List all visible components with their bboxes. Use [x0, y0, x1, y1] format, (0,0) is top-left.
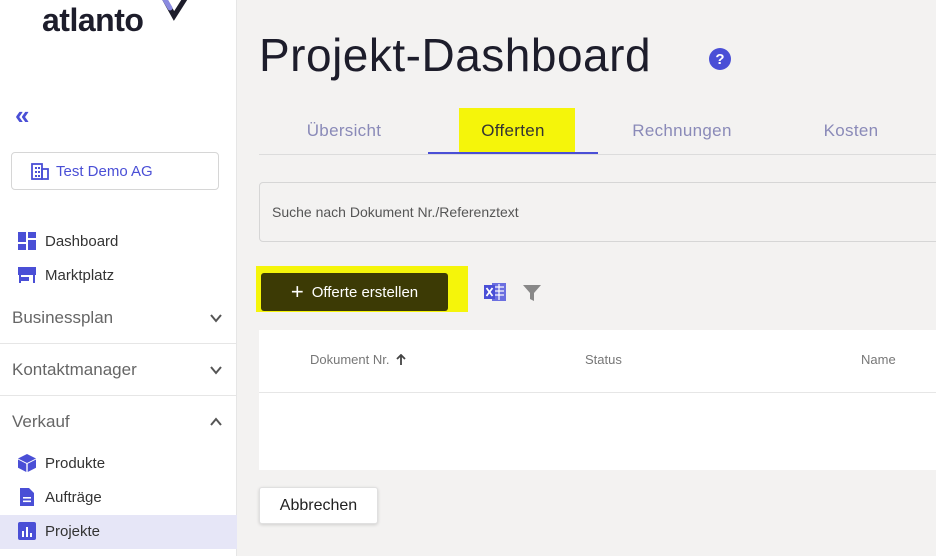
section-label: Businessplan [12, 307, 114, 327]
chevron-down-icon [210, 313, 222, 323]
excel-export-icon[interactable] [483, 281, 507, 303]
dashboard-icon [18, 232, 36, 250]
company-name: Test Demo AG [56, 162, 153, 180]
create-offer-label: Offerte erstellen [311, 283, 419, 301]
sidebar-item-label: Produkte [45, 454, 106, 472]
tab-kosten[interactable]: Kosten [766, 108, 936, 154]
help-icon[interactable]: ? [709, 48, 731, 70]
page-title: Projekt-Dashboard [259, 29, 652, 81]
tab-rechnungen[interactable]: Rechnungen [597, 108, 767, 154]
create-offer-button[interactable]: + Offerte erstellen [261, 273, 448, 311]
column-label: Name [861, 352, 896, 367]
filter-icon[interactable] [522, 283, 542, 303]
chevron-up-icon [210, 417, 222, 426]
section-label: Kontaktmanager [12, 359, 137, 379]
sidebar-item-produkte[interactable]: Produkte [17, 453, 105, 473]
store-icon [18, 267, 36, 283]
document-icon [20, 488, 34, 506]
offers-table: Dokument Nr. Status Name [259, 330, 936, 470]
column-label: Dokument Nr. [310, 352, 390, 367]
cube-icon [18, 454, 36, 472]
active-tab-underline [428, 152, 598, 154]
section-label: Verkauf [12, 412, 70, 431]
sidebar-item-projekte[interactable]: Projekte [17, 521, 100, 541]
tab-uebersicht[interactable]: Übersicht [259, 108, 429, 154]
sort-ascending-icon [396, 353, 407, 365]
column-status[interactable]: Status [585, 352, 622, 367]
section-verkauf[interactable]: Verkauf [0, 396, 237, 448]
sidebar-item-auftraege[interactable]: Aufträge [17, 487, 102, 507]
column-name[interactable]: Name [861, 352, 896, 367]
chevron-down-icon [210, 365, 222, 375]
tab-offerten[interactable]: Offerten [428, 108, 598, 154]
section-businessplan[interactable]: Businessplan [0, 292, 237, 344]
sidebar-item-label: Dashboard [45, 232, 119, 250]
company-selector[interactable]: Test Demo AG [11, 152, 219, 190]
tab-bar: Übersicht Offerten Rechnungen Kosten [259, 108, 936, 155]
chart-icon [18, 522, 36, 540]
sidebar: atlanto « Test Demo AG Dashboard Marktpl… [0, 0, 237, 556]
table-header: Dokument Nr. Status Name [259, 330, 936, 393]
logo-mark-icon [162, 0, 188, 21]
building-icon [31, 163, 49, 180]
collapse-sidebar-button[interactable]: « [15, 100, 29, 131]
sidebar-item-marktplatz[interactable]: Marktplatz [17, 265, 114, 285]
search-box [259, 182, 936, 242]
plus-icon: + [290, 279, 304, 304]
sidebar-item-label: Projekte [45, 522, 101, 540]
sidebar-item-label: Aufträge [45, 488, 102, 506]
column-label: Status [585, 352, 622, 367]
sidebar-item-label: Marktplatz [45, 266, 115, 284]
column-dokument-nr[interactable]: Dokument Nr. [310, 352, 407, 367]
cancel-button[interactable]: Abbrechen [259, 487, 378, 524]
section-kontaktmanager[interactable]: Kontaktmanager [0, 344, 237, 396]
search-input[interactable] [272, 204, 936, 220]
sidebar-item-dashboard[interactable]: Dashboard [17, 231, 118, 251]
logo[interactable]: atlanto [42, 2, 144, 39]
